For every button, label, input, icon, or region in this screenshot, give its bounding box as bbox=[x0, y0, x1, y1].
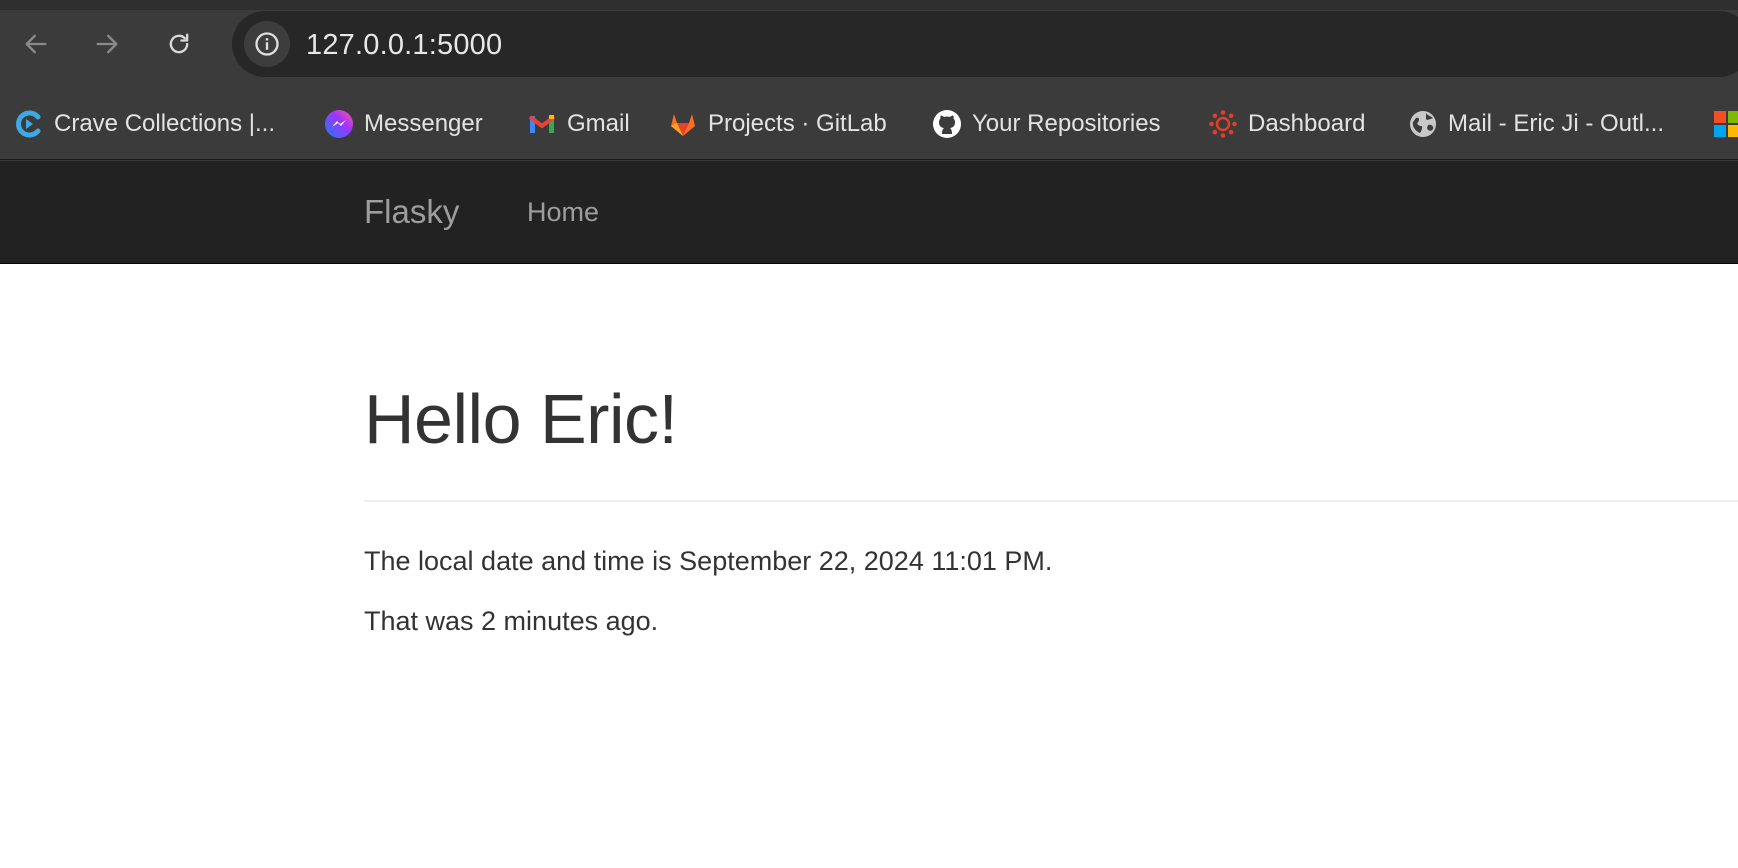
back-button[interactable] bbox=[14, 22, 58, 66]
microsoft-icon bbox=[1712, 109, 1738, 139]
navbar-brand[interactable]: Flasky bbox=[364, 193, 459, 231]
page-header: Hello Eric! bbox=[364, 384, 1738, 502]
arrow-left-icon bbox=[25, 34, 47, 54]
bookmarks-bar: Crave Collections |... Messenger Gmail P… bbox=[0, 88, 1738, 160]
browser-toolbar: 127.0.0.1:5000 bbox=[0, 0, 1738, 88]
page-title: Hello Eric! bbox=[364, 380, 678, 458]
tab-strip-edge bbox=[0, 0, 1738, 10]
relative-time-text: That was 2 minutes ago. bbox=[364, 606, 659, 636]
arrow-right-icon bbox=[96, 34, 118, 54]
address-bar[interactable]: 127.0.0.1:5000 bbox=[232, 11, 1738, 77]
messenger-icon bbox=[324, 109, 354, 139]
bookmark-label: Gmail bbox=[567, 110, 630, 137]
url-text[interactable]: 127.0.0.1:5000 bbox=[306, 29, 502, 62]
bookmark-dashboard[interactable]: Dashboard bbox=[1208, 104, 1365, 144]
bookmark-label: Messenger bbox=[364, 110, 483, 137]
gitlab-icon bbox=[668, 109, 698, 139]
bookmark-label: Dashboard bbox=[1248, 110, 1366, 137]
browser-chrome: 127.0.0.1:5000 Crave Collections |... Me… bbox=[0, 0, 1738, 161]
bookmark-messenger[interactable]: Messenger bbox=[324, 104, 483, 144]
bookmark-gmail[interactable]: Gmail bbox=[527, 104, 630, 144]
bookmark-microsoft[interactable] bbox=[1712, 104, 1738, 144]
bookmark-label: Projects · GitLab bbox=[708, 110, 887, 137]
local-time-text: The local date and time is September 22,… bbox=[364, 546, 1053, 576]
forward-button[interactable] bbox=[85, 22, 129, 66]
app-navbar: Flasky Home bbox=[0, 161, 1738, 264]
github-icon bbox=[932, 109, 962, 139]
crave-icon bbox=[14, 109, 44, 139]
bookmark-label: Mail - Eric Ji - Outl... bbox=[1448, 110, 1665, 137]
bookmark-gitlab[interactable]: Projects · GitLab bbox=[668, 104, 887, 144]
bookmark-github[interactable]: Your Repositories bbox=[932, 104, 1161, 144]
reload-button[interactable] bbox=[157, 22, 201, 66]
bookmark-label: Your Repositories bbox=[972, 110, 1161, 137]
site-info-button[interactable] bbox=[244, 21, 290, 67]
globe-icon bbox=[1408, 109, 1438, 139]
nav-link-home[interactable]: Home bbox=[527, 197, 599, 228]
reload-icon bbox=[169, 33, 189, 54]
canvas-icon bbox=[1208, 109, 1238, 139]
bookmark-outlook[interactable]: Mail - Eric Ji - Outl... bbox=[1408, 104, 1664, 144]
info-icon bbox=[255, 32, 279, 56]
bookmark-label: Crave Collections |... bbox=[54, 110, 275, 137]
bookmark-crave[interactable]: Crave Collections |... bbox=[14, 104, 275, 144]
gmail-icon bbox=[527, 109, 557, 139]
